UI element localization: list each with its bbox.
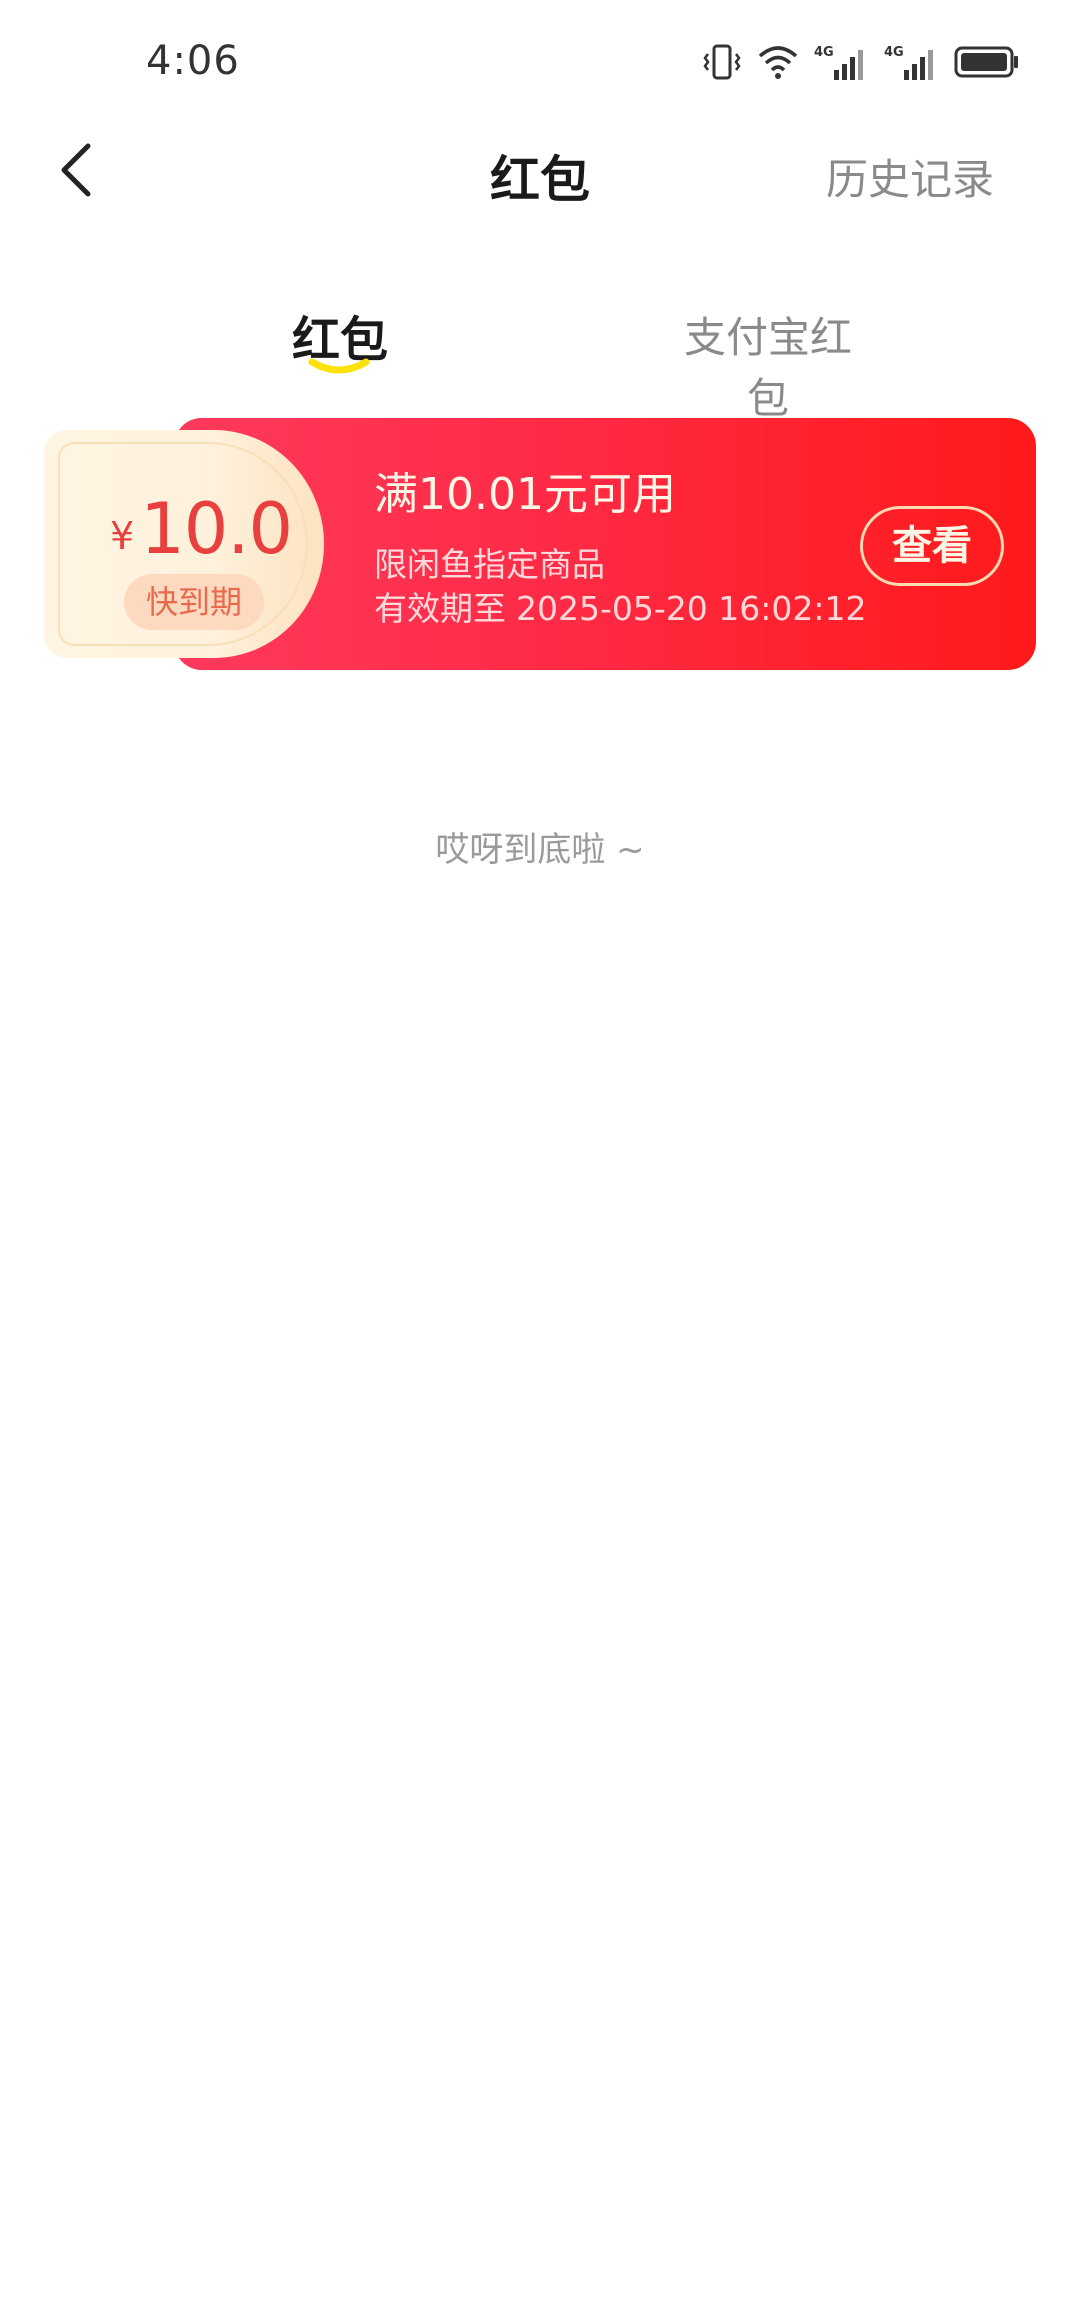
signal-4g-icon: 4G bbox=[814, 42, 870, 82]
coupon-condition: 满10.01元可用 bbox=[374, 469, 676, 520]
battery-icon bbox=[954, 42, 1020, 82]
coupon-card[interactable]: ¥10.0 快到期 满10.01元可用 限闲鱼指定商品 有效期至 2025-05-… bbox=[44, 418, 1036, 670]
tab-active-indicator bbox=[308, 358, 370, 374]
status-time: 4:06 bbox=[146, 38, 240, 84]
coupon-validity: 有效期至 2025-05-20 16:02:12 bbox=[374, 582, 866, 630]
coupon-scope: 限闲鱼指定商品 bbox=[374, 545, 605, 584]
wifi-icon bbox=[756, 42, 800, 82]
coupon-amount-panel: ¥10.0 快到期 bbox=[44, 430, 324, 658]
amount-value: 10.0 bbox=[140, 488, 293, 570]
status-bar: 4:06 4G 4G bbox=[0, 0, 1080, 120]
tab-alipay-red-packet[interactable]: 支付宝红包 bbox=[668, 304, 868, 426]
currency-symbol: ¥ bbox=[110, 514, 135, 558]
signal-4g-icon: 4G bbox=[884, 42, 940, 82]
expiring-badge: 快到期 bbox=[124, 574, 264, 630]
validity-label: 有效期至 bbox=[374, 589, 506, 628]
history-button[interactable]: 历史记录 bbox=[826, 146, 994, 207]
vibrate-icon bbox=[702, 42, 742, 82]
view-button[interactable]: 查看 bbox=[860, 506, 1004, 586]
svg-text:4G: 4G bbox=[884, 45, 904, 60]
svg-text:4G: 4G bbox=[814, 45, 834, 60]
list-end-text: 哎呀到底啦 ~ bbox=[435, 830, 645, 870]
tab-bar: 红包 支付宝红包 bbox=[0, 290, 1080, 423]
header: 红包 历史记录 bbox=[0, 120, 1080, 220]
validity-date: 2025-05-20 16:02:12 bbox=[516, 589, 867, 628]
coupon-amount: ¥10.0 bbox=[110, 488, 293, 570]
status-icons: 4G 4G bbox=[702, 40, 1020, 84]
